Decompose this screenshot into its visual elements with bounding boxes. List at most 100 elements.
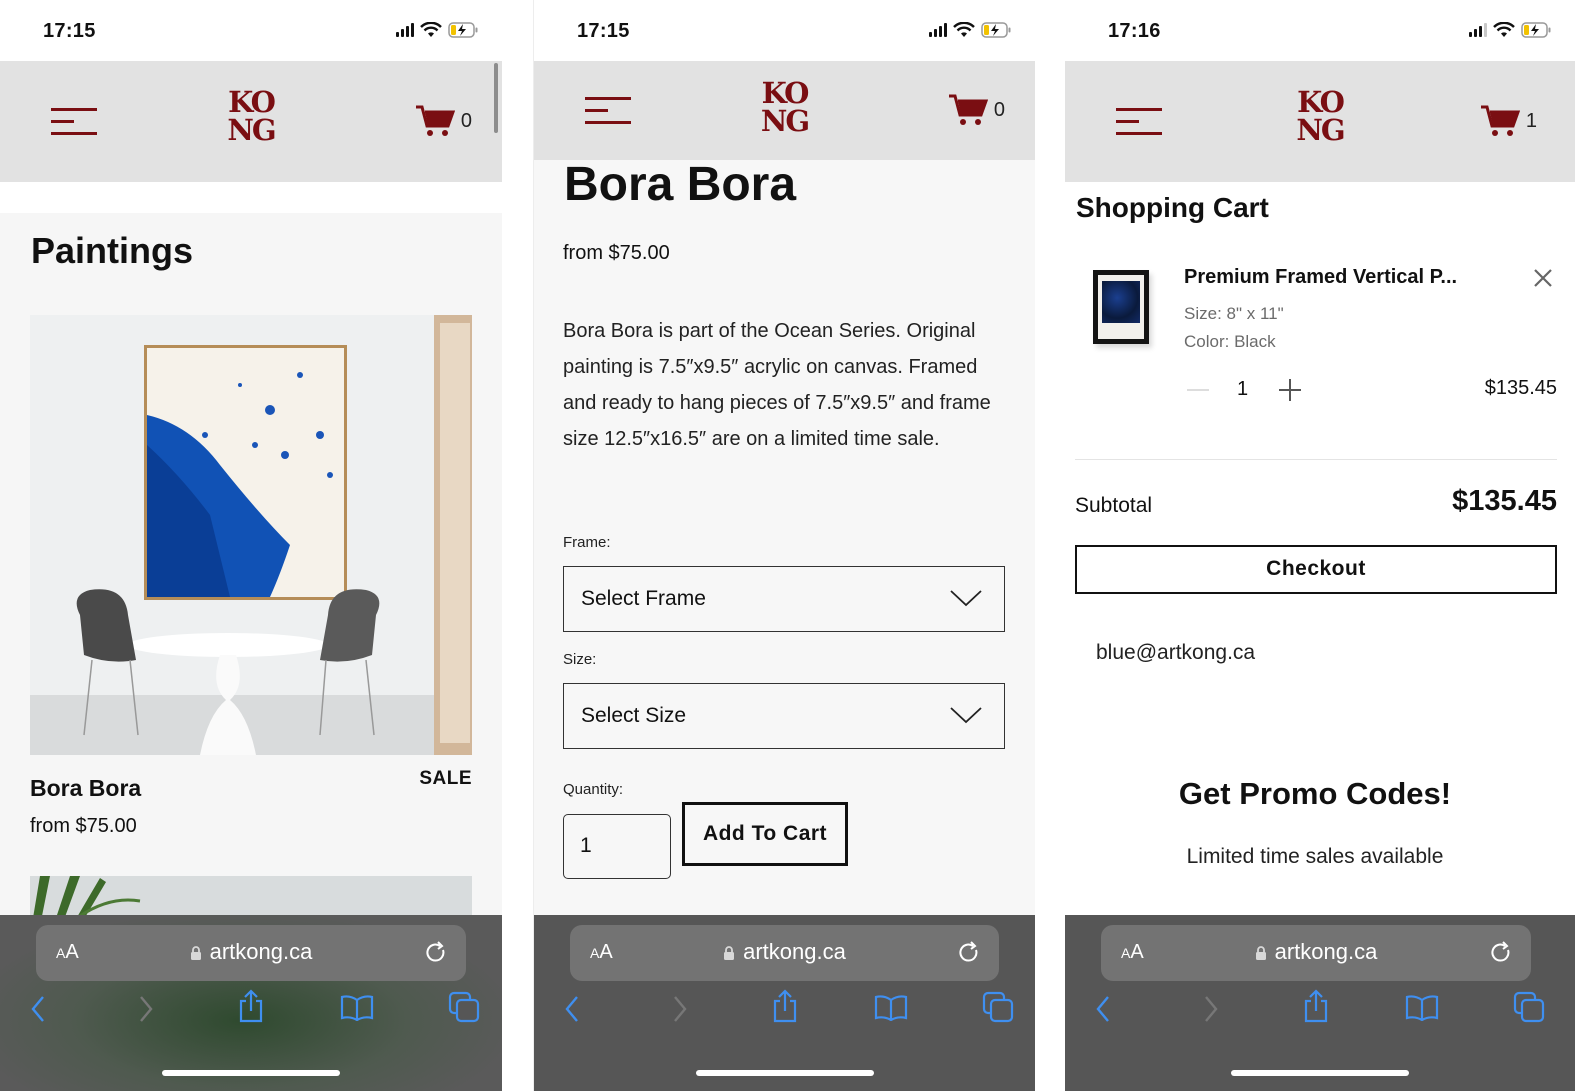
bookmarks-button[interactable]: [874, 995, 908, 1026]
cellular-signal-icon: [396, 23, 414, 37]
kong-logo[interactable]: KO NG: [1292, 88, 1348, 145]
size-select-value: Select Size: [581, 704, 687, 727]
kong-logo[interactable]: KO NG: [223, 88, 279, 145]
item-color: Color: Black: [1184, 332, 1276, 351]
home-indicator[interactable]: [162, 1070, 340, 1076]
tabs-button[interactable]: [448, 991, 480, 1028]
address-bar[interactable]: AA artkong.ca: [570, 925, 999, 981]
cart-button[interactable]: 0: [948, 93, 1005, 127]
item-name[interactable]: Premium Framed Vertical P...: [1184, 266, 1494, 289]
home-indicator[interactable]: [1231, 1070, 1409, 1076]
forward-button[interactable]: [672, 995, 688, 1028]
hamburger-icon: [1116, 108, 1162, 111]
cart-line-item: Premium Framed Vertical P... Size: 8" x …: [1075, 252, 1557, 422]
status-bar: 17:16: [1065, 0, 1575, 61]
cart-button[interactable]: 0: [415, 104, 472, 138]
frame-label: Frame:: [563, 534, 611, 551]
forward-button[interactable]: [138, 995, 154, 1028]
chevron-right-icon: [674, 996, 687, 1022]
address-bar[interactable]: AA artkong.ca: [1101, 925, 1531, 981]
kong-logo[interactable]: KO NG: [757, 79, 813, 136]
site-header: KO NG 1: [1065, 61, 1575, 182]
product-price: from $75.00: [30, 815, 137, 837]
forward-button[interactable]: [1203, 995, 1219, 1028]
room-scene-image: [30, 315, 472, 755]
book-icon: [874, 995, 908, 1022]
share-button[interactable]: [1303, 989, 1329, 1028]
wifi-icon: [1493, 22, 1515, 37]
chevron-left-icon: [565, 996, 578, 1022]
checkout-button[interactable]: Checkout: [1075, 545, 1557, 594]
bookmarks-button[interactable]: [340, 995, 374, 1026]
share-button[interactable]: [238, 989, 264, 1028]
screen-paintings: 17:15 KO NG 0 Paintings Bora Bora SALE f…: [0, 0, 502, 1091]
cellular-signal-icon: [1469, 23, 1487, 37]
tabs-button[interactable]: [1513, 991, 1545, 1028]
address-bar[interactable]: AA artkong.ca: [36, 925, 466, 981]
cart-title: Shopping Cart: [1076, 192, 1269, 223]
size-label: Size:: [563, 651, 597, 668]
menu-button[interactable]: [1116, 108, 1162, 136]
battery-charging-icon: [448, 22, 478, 38]
increase-quantity-button[interactable]: [1278, 378, 1302, 402]
home-indicator[interactable]: [695, 1070, 874, 1076]
book-icon: [1405, 995, 1439, 1022]
screen-product: 17:15 KO NG 0 Bora Bora from $75.00 Bora …: [533, 0, 1035, 1091]
lock-icon: [1255, 946, 1266, 961]
site-header: KO NG 0: [0, 61, 502, 182]
tabs-button[interactable]: [982, 991, 1014, 1028]
screen-cart: 17:16 KO NG 1 Shopping Cart Premium Frame…: [1065, 0, 1575, 1091]
sale-badge: SALE: [419, 768, 472, 789]
subtotal-label: Subtotal: [1075, 494, 1153, 517]
cart-icon: [1480, 105, 1520, 136]
decrease-quantity-button[interactable]: [1187, 389, 1209, 391]
add-to-cart-button[interactable]: Add To Cart: [682, 802, 848, 866]
item-price: $135.45: [1484, 377, 1557, 399]
wifi-icon: [953, 22, 975, 37]
wifi-icon: [420, 22, 442, 37]
reload-icon[interactable]: [959, 941, 981, 965]
item-thumbnail[interactable]: [1093, 270, 1149, 344]
cart-button[interactable]: 1: [1480, 104, 1537, 138]
share-icon: [239, 989, 263, 1023]
status-bar: 17:15: [534, 0, 1035, 61]
back-button[interactable]: [564, 995, 580, 1028]
product-description: Bora Bora is part of the Ocean Series. O…: [563, 320, 991, 450]
page-title: Paintings: [31, 230, 194, 271]
quantity-input[interactable]: 1: [563, 814, 671, 879]
status-bar: 17:15: [0, 0, 502, 61]
product-card[interactable]: Bora Bora SALE from $75.00: [30, 315, 472, 845]
frame-select[interactable]: Select Frame: [563, 566, 1005, 632]
reload-icon[interactable]: [1491, 941, 1513, 965]
lock-icon: [724, 946, 735, 961]
battery-charging-icon: [1521, 22, 1551, 38]
tabs-icon: [982, 991, 1014, 1023]
scrollbar[interactable]: [494, 63, 498, 133]
promo-subtitle: Limited time sales available: [1186, 845, 1444, 868]
url-text: artkong.ca: [1274, 939, 1378, 964]
url-text: artkong.ca: [209, 939, 313, 964]
product-image[interactable]: [30, 315, 472, 755]
reload-icon[interactable]: [426, 941, 448, 965]
share-icon: [773, 989, 797, 1023]
product-name[interactable]: Bora Bora: [30, 775, 141, 802]
menu-button[interactable]: [585, 97, 631, 125]
share-icon: [1304, 989, 1328, 1023]
close-icon[interactable]: [1531, 266, 1555, 290]
bookmarks-button[interactable]: [1405, 995, 1439, 1026]
back-button[interactable]: [1095, 995, 1111, 1028]
back-button[interactable]: [30, 995, 46, 1028]
size-select[interactable]: Select Size: [563, 683, 1005, 749]
chevron-down-icon: [950, 707, 982, 724]
chevron-left-icon: [1096, 996, 1109, 1022]
chevron-right-icon: [140, 996, 153, 1022]
divider: [1075, 459, 1557, 460]
menu-button[interactable]: [51, 108, 97, 136]
contact-email[interactable]: blue@artkong.ca: [1096, 641, 1255, 665]
browser-toolbar: AA artkong.ca: [534, 915, 1035, 1091]
share-button[interactable]: [772, 989, 798, 1028]
browser-toolbar: AA artkong.ca: [0, 915, 502, 1091]
book-icon: [340, 995, 374, 1022]
promo-title: Get Promo Codes!: [1178, 776, 1452, 811]
item-size: Size: 8" x 11": [1184, 304, 1284, 323]
